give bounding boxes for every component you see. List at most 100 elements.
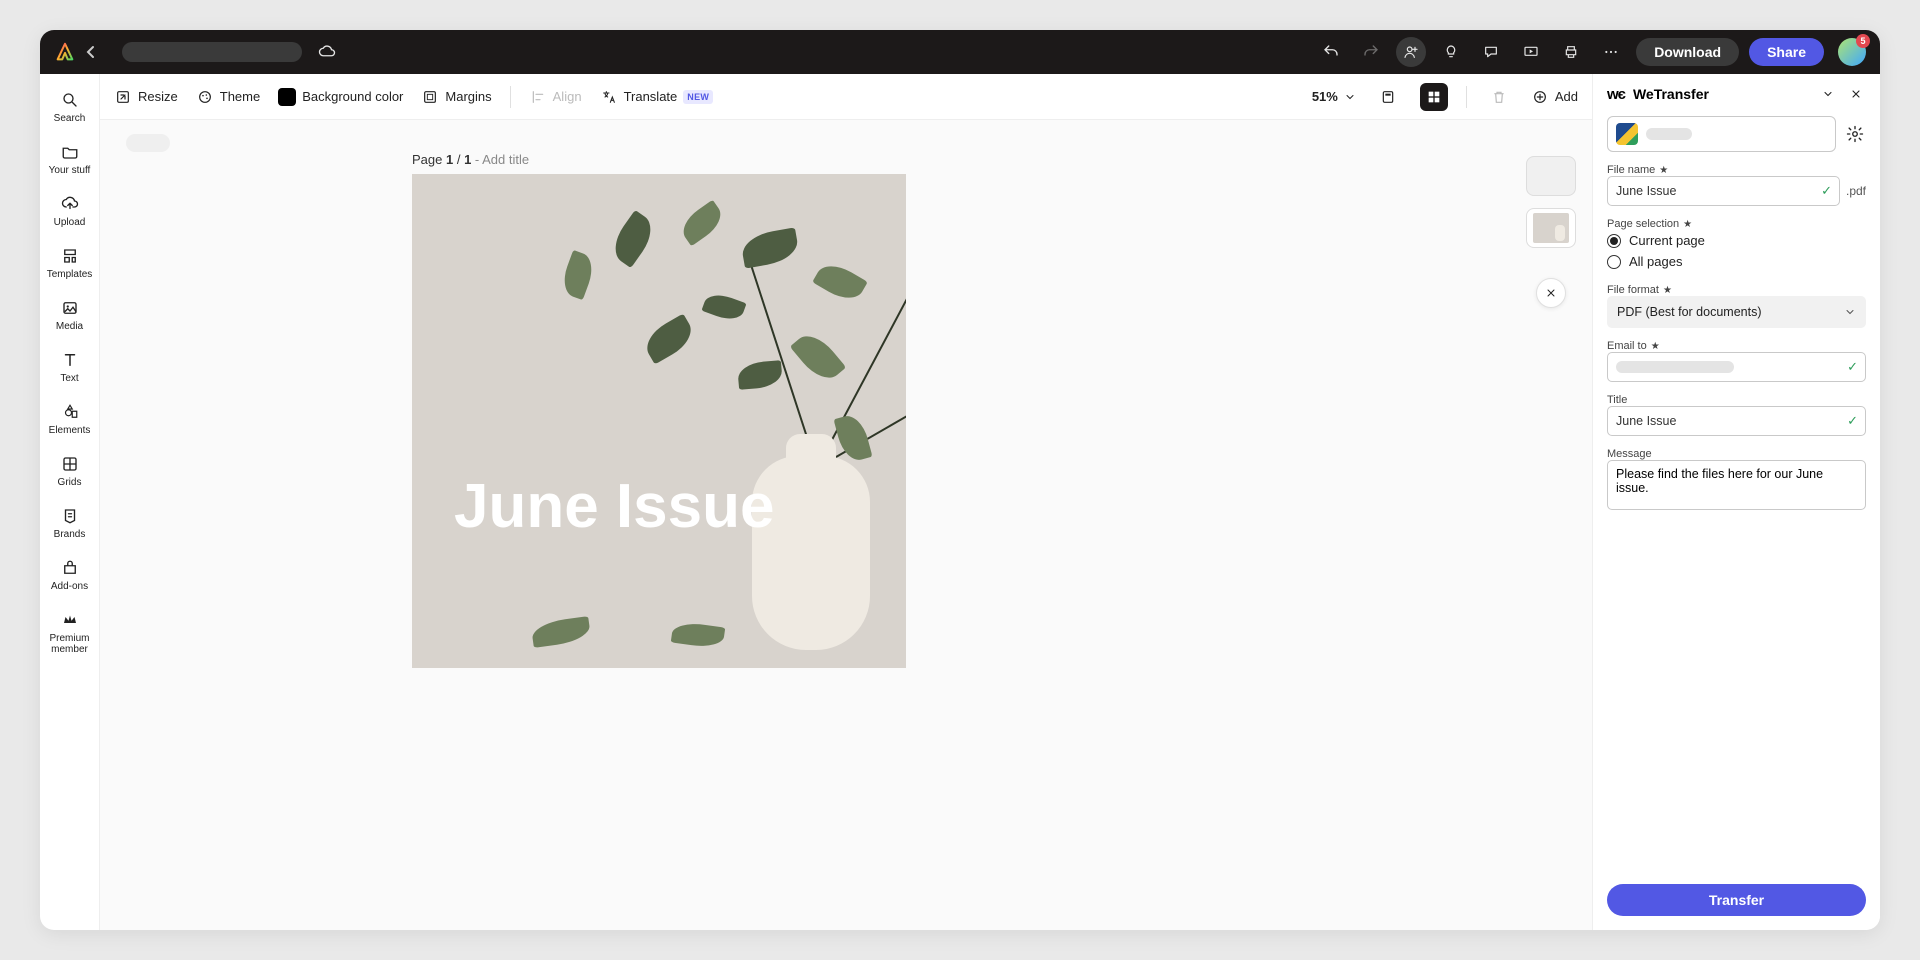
email-placeholder (1616, 361, 1734, 373)
rail-premium[interactable]: Premium member (41, 604, 99, 663)
settings-button[interactable] (1844, 123, 1866, 145)
chevron-down-icon (1844, 306, 1856, 318)
stage: Resize Theme Background color Margins (100, 74, 1592, 930)
user-avatar[interactable]: 5 (1838, 38, 1866, 66)
title-label: Title (1607, 394, 1866, 406)
zoom-control[interactable]: 51% (1312, 89, 1356, 104)
lightbulb-icon[interactable] (1436, 37, 1466, 67)
resize-button[interactable]: Resize (114, 88, 178, 106)
top-header: Download Share 5 (40, 30, 1880, 74)
translate-label: Translate (624, 89, 678, 104)
margins-label: Margins (445, 89, 491, 104)
search-icon (60, 90, 80, 110)
file-name-input[interactable] (1607, 176, 1840, 206)
back-button[interactable] (86, 45, 112, 59)
rail-label: Media (56, 321, 83, 332)
account-selector[interactable] (1607, 116, 1836, 152)
thumbnail-page-1[interactable] (1526, 208, 1576, 248)
grids-icon (60, 454, 80, 474)
add-page-button[interactable]: Add (1531, 88, 1578, 106)
align-button: Align (529, 88, 582, 106)
canvas-tag (126, 134, 170, 152)
page-label[interactable]: Page 1 / 1 - Add title (412, 152, 529, 167)
present-icon[interactable] (1516, 37, 1546, 67)
radio-label: Current page (1629, 233, 1705, 248)
rail-label: Brands (54, 529, 86, 540)
rail-elements[interactable]: Elements (41, 396, 99, 444)
align-label: Align (553, 89, 582, 104)
view-mode-icon[interactable] (1374, 83, 1402, 111)
title-input[interactable] (1607, 406, 1866, 436)
email-to-input[interactable] (1607, 352, 1866, 382)
rail-templates[interactable]: Templates (41, 240, 99, 288)
bgcolor-button[interactable]: Background color (278, 88, 403, 106)
translate-icon (600, 88, 618, 106)
print-icon[interactable] (1556, 37, 1586, 67)
resize-icon (114, 88, 132, 106)
wetransfer-logo-icon: wє (1607, 86, 1625, 103)
more-icon[interactable] (1596, 37, 1626, 67)
invite-user-icon[interactable] (1396, 37, 1426, 67)
thumbnail-placeholder[interactable] (1526, 156, 1576, 196)
delete-icon (1485, 83, 1513, 111)
comment-icon[interactable] (1476, 37, 1506, 67)
email-to-label: Email to★ (1607, 340, 1866, 352)
chevron-down-icon (1822, 88, 1834, 100)
message-textarea[interactable] (1607, 460, 1866, 510)
undo-icon[interactable] (1316, 37, 1346, 67)
add-label: Add (1555, 89, 1578, 104)
artboard[interactable]: June Issue (412, 174, 906, 668)
page-selection-label: Page selection★ (1607, 218, 1866, 230)
close-thumbnails-button[interactable] (1536, 278, 1566, 308)
check-icon: ✓ (1847, 359, 1858, 375)
margins-button[interactable]: Margins (421, 88, 491, 106)
theme-button[interactable]: Theme (196, 88, 260, 106)
shapes-icon (60, 402, 80, 422)
page-sep: / (453, 152, 464, 167)
file-extension: .pdf (1846, 184, 1866, 198)
left-rail: Search Your stuff Upload Templates Media… (40, 74, 100, 930)
rail-label: Elements (49, 425, 91, 436)
artboard-title-text[interactable]: June Issue (454, 476, 774, 538)
resize-label: Resize (138, 89, 178, 104)
adobe-logo-icon[interactable] (54, 41, 76, 63)
pages-panel-icon[interactable] (1420, 83, 1448, 111)
page-label-prefix: Page (412, 152, 446, 167)
rail-your-stuff[interactable]: Your stuff (41, 136, 99, 184)
redo-icon[interactable] (1356, 37, 1386, 67)
leaf-icon (640, 314, 698, 365)
rail-search[interactable]: Search (41, 84, 99, 132)
file-format-select[interactable]: PDF (Best for documents) (1607, 296, 1866, 328)
radio-all-pages[interactable]: All pages (1607, 251, 1866, 272)
radio-label: All pages (1629, 254, 1682, 269)
radio-current-page[interactable]: Current page (1607, 230, 1866, 251)
radio-icon (1607, 255, 1621, 269)
rail-media[interactable]: Media (41, 292, 99, 340)
rail-label: Templates (47, 269, 93, 280)
collapse-panel-button[interactable] (1818, 84, 1838, 104)
bgcolor-label: Background color (302, 89, 403, 104)
rail-upload[interactable]: Upload (41, 188, 99, 236)
file-format-label: File format★ (1607, 284, 1866, 296)
document-title-placeholder[interactable] (122, 42, 302, 62)
upload-icon (60, 194, 80, 214)
rail-label: Text (60, 373, 78, 384)
close-icon (1850, 88, 1862, 100)
leaf-icon (677, 200, 728, 247)
translate-button[interactable]: Translate NEW (600, 88, 714, 106)
share-button[interactable]: Share (1749, 38, 1824, 66)
zoom-value: 51% (1312, 89, 1338, 104)
download-button[interactable]: Download (1636, 38, 1739, 66)
rail-text[interactable]: Text (41, 344, 99, 392)
close-panel-button[interactable] (1846, 84, 1866, 104)
page-add-title: - Add title (471, 152, 529, 167)
rail-brands[interactable]: Brands (41, 500, 99, 548)
rail-addons[interactable]: Add-ons (41, 552, 99, 600)
cloud-sync-icon[interactable] (312, 37, 342, 67)
rail-grids[interactable]: Grids (41, 448, 99, 496)
leaf-icon (671, 620, 726, 649)
transfer-button[interactable]: Transfer (1607, 884, 1866, 916)
canvas[interactable]: Page 1 / 1 - Add title (100, 120, 1592, 930)
wetransfer-panel: wє WeTransfer (1592, 74, 1880, 930)
page-thumbnails (1526, 156, 1576, 308)
